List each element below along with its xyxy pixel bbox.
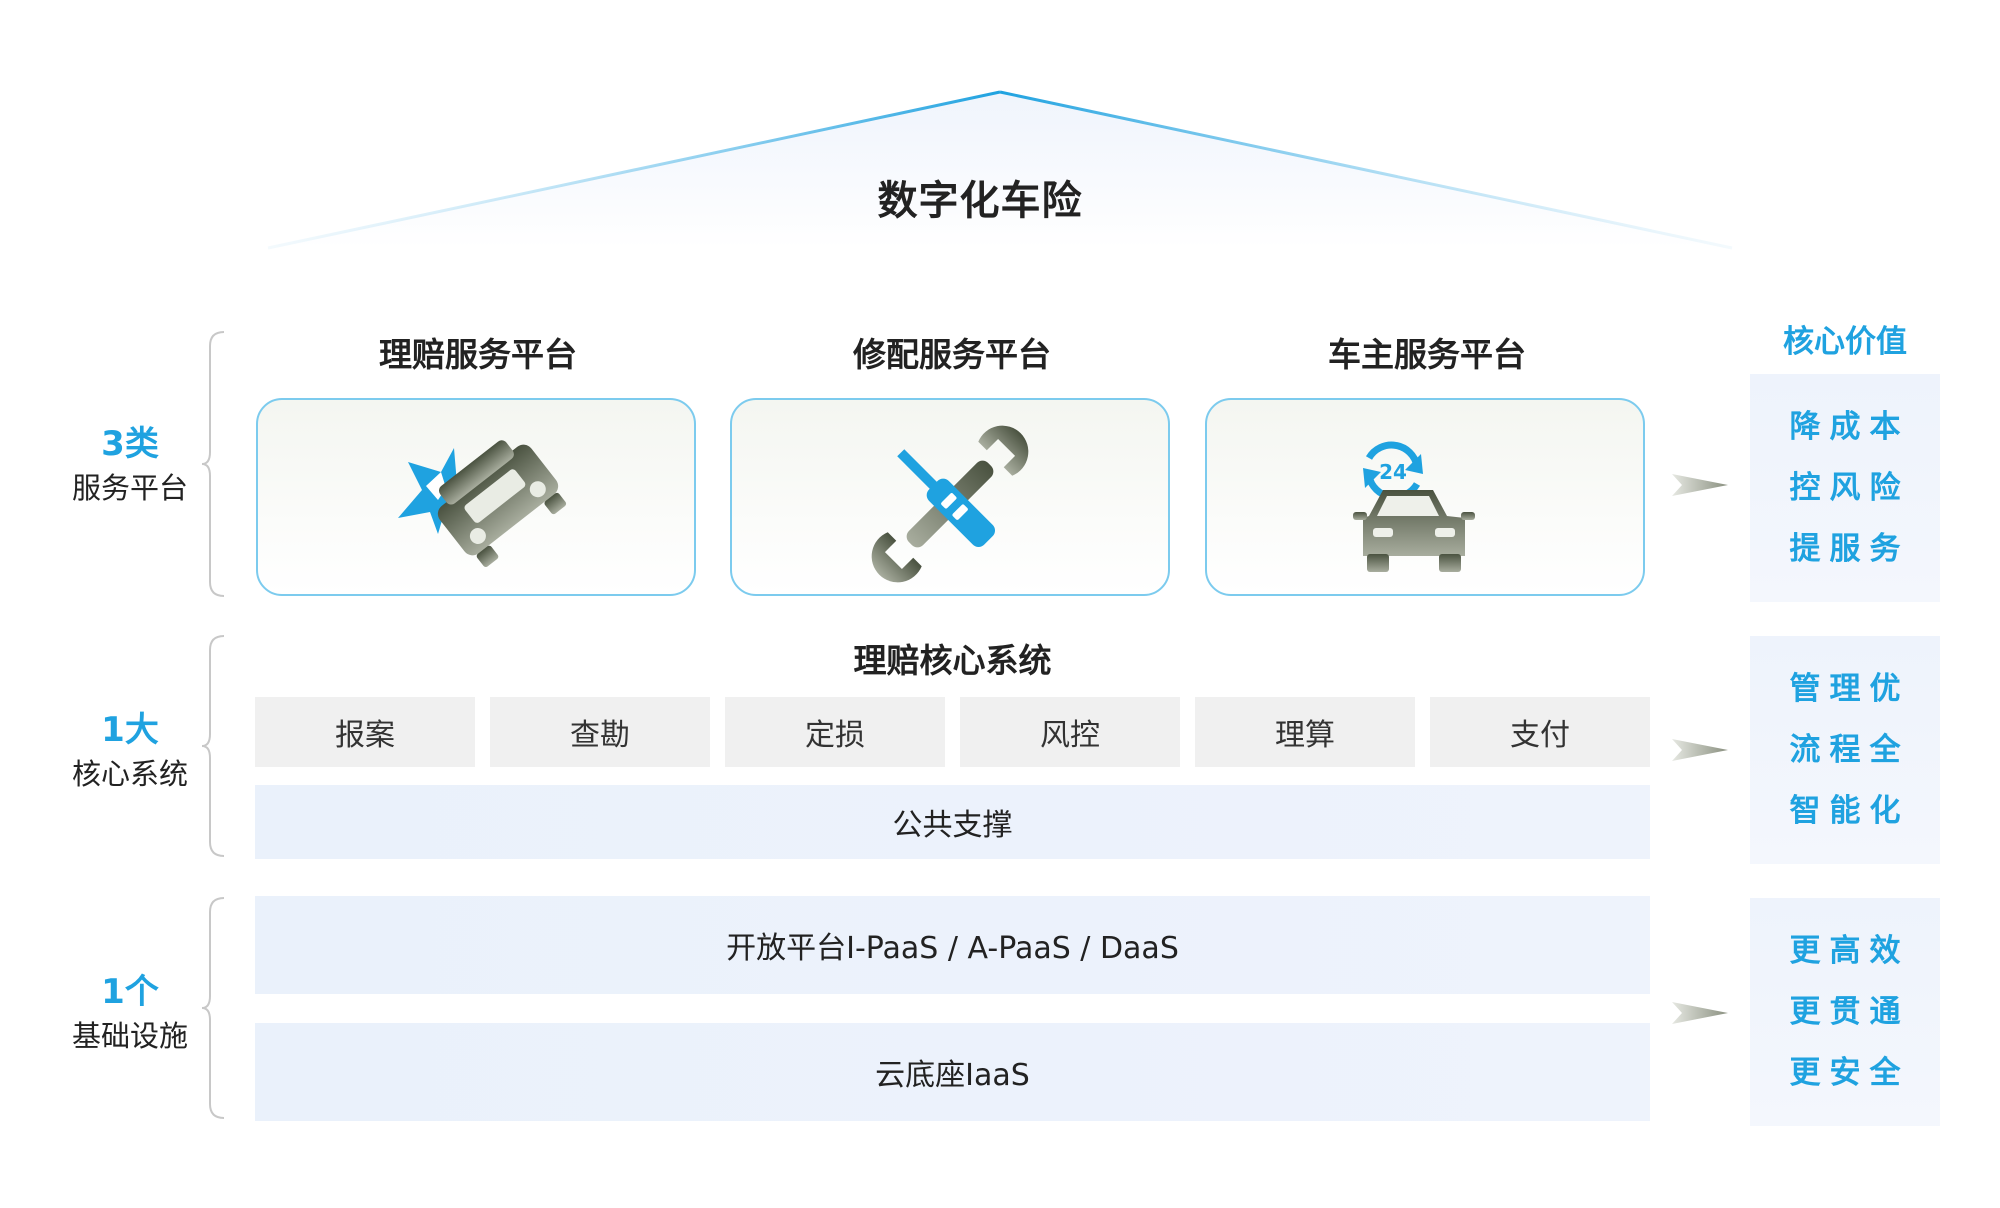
car-24h-service-icon: 24 — [1353, 441, 1475, 572]
value-item: 流程全 — [1789, 731, 1910, 768]
platform-card-owner[interactable]: 24 — [1205, 398, 1645, 596]
value-item: 控风险 — [1789, 469, 1910, 506]
platform-title-claims: 理赔服务平台 — [379, 335, 577, 374]
value-panel-service: 降成本 控风险 提服务 — [1750, 374, 1940, 602]
module-adjustment[interactable]: 理算 — [1195, 697, 1415, 767]
platform-card-claims[interactable] — [256, 398, 696, 596]
value-item: 更高效 — [1789, 932, 1910, 969]
module-risk-control[interactable]: 风控 — [960, 697, 1180, 767]
arrow-right-icon — [1672, 1002, 1728, 1024]
arrow-right-icon — [1672, 739, 1728, 761]
core-system-title: 理赔核心系统 — [853, 641, 1052, 680]
wrench-screwdriver-icon — [871, 425, 1029, 583]
public-support-bar[interactable]: 公共支撑 — [255, 785, 1650, 859]
value-item: 降成本 — [1789, 408, 1910, 445]
car-crash-icon — [398, 440, 567, 568]
value-item: 更贯通 — [1789, 993, 1910, 1030]
module-loss-assessment[interactable]: 定损 — [725, 697, 945, 767]
brace-service-platform — [201, 331, 225, 597]
diagram-title: 数字化车险 — [877, 178, 1083, 224]
brace-core-system — [201, 635, 225, 857]
value-panel-infra: 更高效 更贯通 更安全 — [1750, 898, 1940, 1126]
module-report[interactable]: 报案 — [255, 697, 475, 767]
platform-title-owner: 车主服务平台 — [1328, 335, 1526, 374]
value-panel-core: 管理优 流程全 智能化 — [1750, 636, 1940, 864]
value-item: 智能化 — [1789, 792, 1910, 829]
value-item: 管理优 — [1789, 670, 1910, 707]
platform-title-repair: 修配服务平台 — [853, 335, 1051, 374]
brace-infrastructure — [201, 897, 225, 1119]
module-payment[interactable]: 支付 — [1430, 697, 1650, 767]
module-survey[interactable]: 查勘 — [490, 697, 710, 767]
value-item: 提服务 — [1789, 530, 1910, 567]
cloud-base-bar[interactable]: 云底座IaaS — [255, 1023, 1650, 1121]
value-item: 更安全 — [1789, 1054, 1910, 1091]
arrow-right-icon — [1672, 474, 1728, 496]
platform-card-repair[interactable] — [730, 398, 1170, 596]
core-value-title: 核心价值 — [1783, 324, 1907, 360]
open-platform-bar[interactable]: 开放平台I-PaaS / A-PaaS / DaaS — [255, 896, 1650, 994]
svg-text:24: 24 — [1379, 460, 1407, 484]
